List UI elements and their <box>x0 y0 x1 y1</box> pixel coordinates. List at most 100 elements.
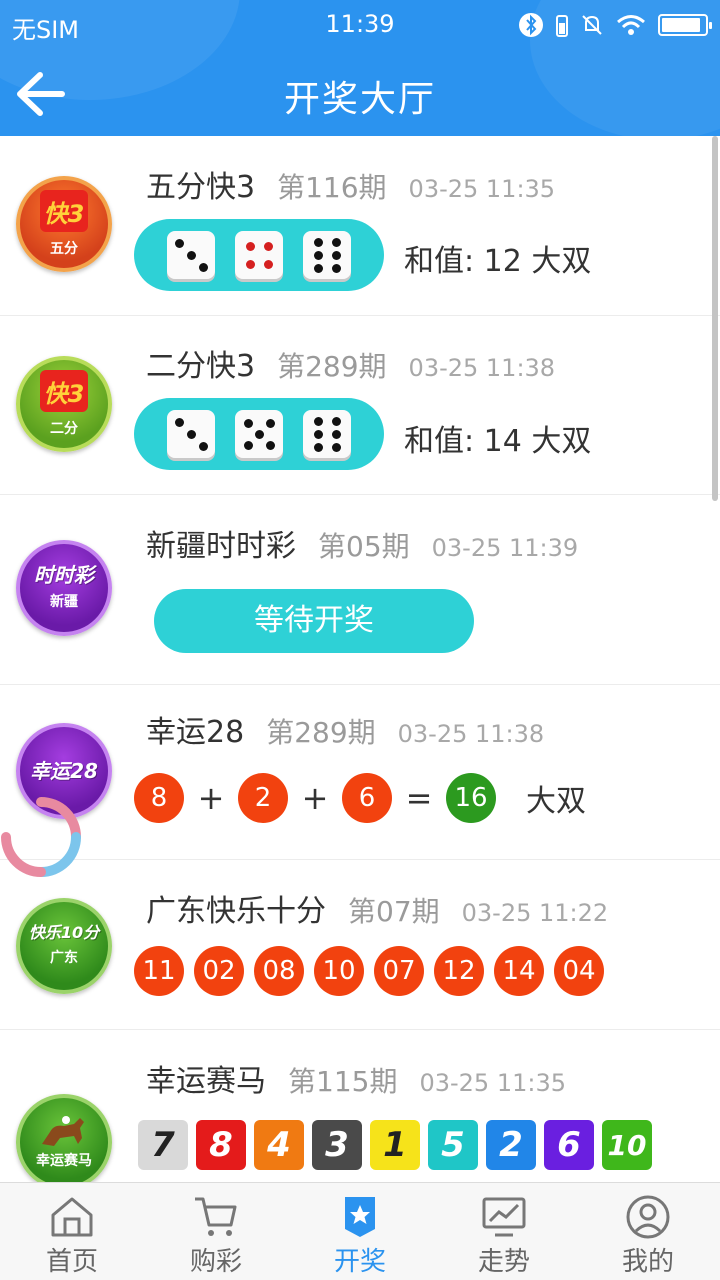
lottery-logo: 幸运赛马 <box>16 1094 112 1182</box>
result-square: 6 <box>544 1120 594 1170</box>
lottery-name: 幸运赛马 <box>146 1064 266 1099</box>
sum-result: 和值: 14 大双 <box>404 424 592 459</box>
plus-sign: + <box>301 779 329 817</box>
logo-main-text: 幸运28 <box>30 759 98 783</box>
draw-time: 03-25 11:22 <box>461 899 609 927</box>
plus-sign: + <box>197 779 225 817</box>
issue-number: 第116期 <box>277 171 387 204</box>
result-square: 2 <box>486 1120 536 1170</box>
tab-label: 开奖 <box>333 1247 386 1277</box>
result-label: 大双 <box>526 784 586 819</box>
status-icons <box>518 12 712 38</box>
page-title: 开奖大厅 <box>283 79 436 120</box>
dice-result <box>134 219 384 291</box>
lottery-row-wufen-k3[interactable]: 快3 五分 五分快3 第116期 03-25 11:35 和值: 12 大双 <box>0 136 720 316</box>
result-square: 5 <box>428 1120 478 1170</box>
lottery-logo: 快3 二分 <box>16 356 112 452</box>
die-6 <box>303 410 351 458</box>
home-icon <box>51 1197 93 1237</box>
tab-draw[interactable]: 开奖 <box>288 1183 432 1280</box>
result-square: 3 <box>312 1120 362 1170</box>
draw-time: 03-25 11:35 <box>408 175 556 203</box>
lottery-row-lucky28[interactable]: 幸运28 幸运28 第289期 03-25 11:38 8 + 2 + 6 = … <box>0 685 720 860</box>
logo-sub-text: 幸运赛马 <box>36 1153 92 1169</box>
lottery-row-xinjiang-ssc[interactable]: 时时彩 新疆 新疆时时彩 第05期 03-25 11:39 等待开奖 <box>0 495 720 685</box>
lottery-logo: 快乐10分 广东 <box>16 898 112 994</box>
horse-result: 7 8 4 3 1 5 2 6 10 <box>138 1120 652 1170</box>
issue-number: 第07期 <box>348 895 440 928</box>
lottery-row-lucky-horse[interactable]: 幸运赛马 幸运赛马 第115期 03-25 11:35 7 8 4 3 1 5 2 6 10 <box>0 1030 720 1182</box>
sum-result: 和值: 12 大双 <box>404 244 592 279</box>
lottery-name: 五分快3 <box>146 170 256 205</box>
bluetooth-icon <box>519 13 543 37</box>
lottery-header: 幸运赛马 第115期 03-25 11:35 <box>146 1056 566 1100</box>
result-ball: 14 <box>494 946 544 996</box>
sum-ball: 16 <box>446 773 496 823</box>
die-4 <box>235 231 283 279</box>
equals-sign: = <box>405 779 433 817</box>
result-ball: 02 <box>194 946 244 996</box>
result-ball: 2 <box>238 773 288 823</box>
result-square: 7 <box>138 1120 188 1170</box>
scrollbar[interactable] <box>712 136 718 501</box>
lottery-list[interactable]: 快3 五分 五分快3 第116期 03-25 11:35 和值: 12 大双 快… <box>0 136 720 1182</box>
award-icon <box>345 1197 375 1237</box>
lottery-name: 二分快3 <box>146 349 256 384</box>
result-ball: 10 <box>314 946 364 996</box>
tab-home[interactable]: 首页 <box>0 1183 144 1280</box>
floating-loading-icon[interactable] <box>0 796 82 878</box>
die-6 <box>303 231 351 279</box>
lottery-header: 广东快乐十分 第07期 03-25 11:22 <box>146 886 608 930</box>
lottery-name: 广东快乐十分 <box>146 894 326 929</box>
wifi-icon <box>617 15 645 35</box>
battery-icon <box>658 14 712 36</box>
result-ball: 08 <box>254 946 304 996</box>
lottery-header: 幸运28 第289期 03-25 11:38 <box>146 707 544 751</box>
die-5 <box>235 410 283 458</box>
logo-main-text: 快3 <box>40 190 88 232</box>
result-ball: 11 <box>134 946 184 996</box>
die-3 <box>167 231 215 279</box>
issue-number: 第115期 <box>288 1065 398 1098</box>
waiting-draw-button[interactable]: 等待开奖 <box>154 589 474 653</box>
tab-bar: 首页 购彩 开奖 走势 我的 <box>0 1182 720 1280</box>
title-bar: 开奖大厅 <box>0 56 720 132</box>
logo-sub-text: 新疆 <box>50 594 78 610</box>
tab-label: 我的 <box>621 1247 674 1277</box>
draw-time: 03-25 11:38 <box>408 354 556 382</box>
tab-label: 首页 <box>45 1247 98 1277</box>
result-ball: 6 <box>342 773 392 823</box>
issue-number: 第05期 <box>318 530 410 563</box>
header: 无SIM 11:39 开奖大厅 <box>0 0 720 136</box>
result-square: 8 <box>196 1120 246 1170</box>
status-bar: 无SIM 11:39 <box>0 0 720 50</box>
lottery-logo: 时时彩 新疆 <box>16 540 112 636</box>
result-square: 10 <box>602 1120 652 1170</box>
lottery-logo: 快3 五分 <box>16 176 112 272</box>
lottery-header: 二分快3 第289期 03-25 11:38 <box>146 341 555 385</box>
trend-icon <box>482 1197 526 1237</box>
tab-label: 走势 <box>477 1247 530 1277</box>
lottery-row-guangdong-klsf[interactable]: 快乐10分 广东 广东快乐十分 第07期 03-25 11:22 11 02 0… <box>0 860 720 1030</box>
logo-sub-text: 二分 <box>50 421 78 437</box>
issue-number: 第289期 <box>277 350 387 383</box>
logo-sub-text: 广东 <box>50 950 78 966</box>
lottery-name: 新疆时时彩 <box>146 529 296 564</box>
issue-number: 第289期 <box>266 716 376 749</box>
lottery-row-erfen-k3[interactable]: 快3 二分 二分快3 第289期 03-25 11:38 和值: 14 大双 <box>0 316 720 495</box>
result-ball: 04 <box>554 946 604 996</box>
lottery-header: 新疆时时彩 第05期 03-25 11:39 <box>146 521 578 565</box>
logo-sub-text: 五分 <box>50 241 78 257</box>
tab-trend[interactable]: 走势 <box>432 1183 576 1280</box>
tab-label: 购彩 <box>189 1247 242 1277</box>
lottery-header: 五分快3 第116期 03-25 11:35 <box>146 162 555 206</box>
horse-icon <box>42 1116 84 1146</box>
draw-time: 03-25 11:35 <box>419 1069 566 1097</box>
result-square: 1 <box>370 1120 420 1170</box>
dice-result <box>134 398 384 470</box>
tab-mine[interactable]: 我的 <box>576 1183 720 1280</box>
sim-battery-icon <box>556 15 568 37</box>
logo-main-text: 时时彩 <box>34 563 94 587</box>
mute-bell-icon <box>582 15 602 35</box>
tab-buy[interactable]: 购彩 <box>144 1183 288 1280</box>
